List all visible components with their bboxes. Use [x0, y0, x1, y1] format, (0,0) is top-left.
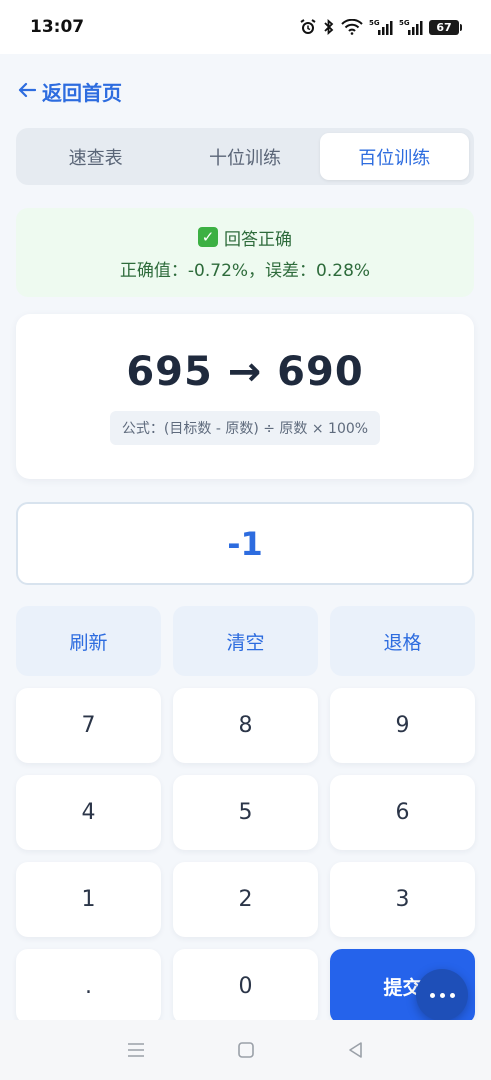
tab-quick-reference[interactable]: 速查表: [21, 133, 170, 180]
result-status-text: 回答正确: [224, 229, 292, 250]
status-time: 13:07: [30, 17, 85, 37]
key-9[interactable]: 9: [330, 688, 475, 763]
arrow-left-icon: [18, 79, 37, 103]
menu-icon[interactable]: [81, 1041, 191, 1059]
result-panel: ✓ 回答正确 正确值：-0.72%，误差：0.28%: [16, 208, 474, 297]
mode-tabs: 速查表 十位训练 百位训练: [16, 128, 474, 185]
key-8[interactable]: 8: [173, 688, 318, 763]
home-square-icon[interactable]: [191, 1041, 301, 1059]
key-2[interactable]: 2: [173, 862, 318, 937]
signal-5g-icon-2: 5G: [399, 18, 423, 36]
formula-hint: 公式：(目标数 - 原数) ÷ 原数 × 100%: [109, 410, 381, 445]
keypad: 刷新 清空 退格 7 8 9 4 5 6 1 2 3 . 0 提交: [16, 606, 475, 1024]
clear-button[interactable]: 清空: [173, 606, 318, 676]
key-7[interactable]: 7: [16, 688, 161, 763]
key-5[interactable]: 5: [173, 775, 318, 850]
answer-display[interactable]: -1: [16, 502, 474, 585]
key-3[interactable]: 3: [330, 862, 475, 937]
bluetooth-icon: [323, 18, 335, 36]
status-bar: 13:07 5G 5G 67: [0, 0, 491, 54]
dot-icon: [429, 992, 435, 998]
battery-icon: 67: [429, 19, 462, 35]
back-home-label: 返回首页: [42, 80, 122, 105]
wifi-icon: [341, 19, 363, 35]
key-1[interactable]: 1: [16, 862, 161, 937]
key-4[interactable]: 4: [16, 775, 161, 850]
key-0[interactable]: 0: [173, 949, 318, 1024]
question-text: 695 → 690: [126, 348, 364, 395]
refresh-button[interactable]: 刷新: [16, 606, 161, 676]
tab-hundreds-training[interactable]: 百位训练: [319, 133, 469, 180]
dot-icon: [439, 992, 445, 998]
key-dot[interactable]: .: [16, 949, 161, 1024]
result-detail: 正确值：-0.72%，误差：0.28%: [119, 260, 371, 281]
signal-5g-icon: 5G: [369, 18, 393, 36]
back-home-link[interactable]: 返回首页: [18, 76, 122, 106]
backspace-button[interactable]: 退格: [330, 606, 475, 676]
more-options-button[interactable]: [416, 969, 468, 1021]
tab-tens-training[interactable]: 十位训练: [170, 133, 319, 180]
check-mark-icon: ✓: [198, 227, 218, 247]
dot-icon: [449, 992, 455, 998]
status-icons: 5G 5G 67: [299, 18, 462, 36]
svg-text:5G: 5G: [369, 19, 380, 27]
key-6[interactable]: 6: [330, 775, 475, 850]
back-triangle-icon[interactable]: [301, 1041, 411, 1059]
question-card: 695 → 690 公式：(目标数 - 原数) ÷ 原数 × 100%: [16, 314, 474, 479]
result-status: ✓ 回答正确: [198, 225, 292, 250]
alarm-icon: [299, 18, 317, 36]
svg-text:5G: 5G: [399, 19, 410, 27]
system-nav-bar: [0, 1020, 491, 1080]
